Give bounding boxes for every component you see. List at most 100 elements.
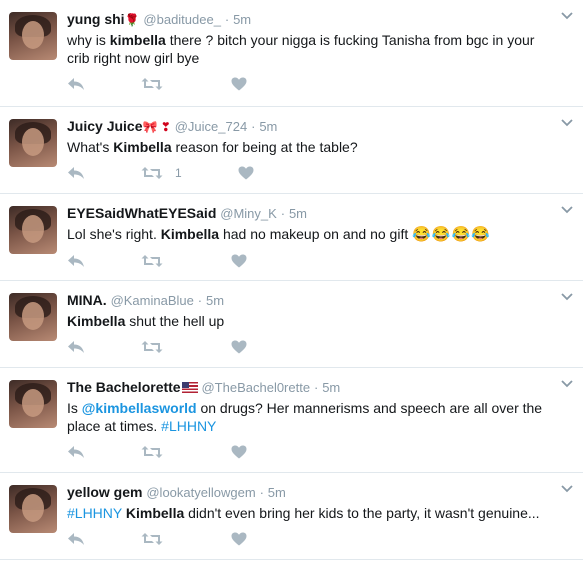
tweet-actions (67, 330, 573, 364)
avatar[interactable] (9, 206, 57, 254)
heart-icon (231, 340, 247, 354)
name-emoji: 🎀 ❣ (142, 120, 171, 134)
avatar[interactable] (9, 119, 57, 167)
chevron-down-icon[interactable] (561, 293, 573, 303)
avatar[interactable] (9, 12, 57, 60)
timestamp[interactable]: 5m (268, 485, 286, 500)
tweet-text: Is @kimbellasworld on drugs? Her manneri… (67, 399, 549, 435)
chevron-down-icon[interactable] (561, 380, 573, 390)
text-segment: why is (67, 32, 110, 48)
tweet-actions (67, 435, 573, 469)
retweet-button[interactable] (141, 77, 175, 91)
like-button[interactable] (231, 445, 247, 459)
timestamp[interactable]: 5m (259, 119, 277, 134)
separator: · (197, 293, 203, 308)
separator: · (259, 485, 264, 500)
user-name[interactable]: yung shi (67, 11, 125, 27)
tweet-text: Kimbella shut the hell up (67, 312, 549, 330)
separator: · (224, 12, 230, 27)
avatar[interactable] (9, 485, 57, 533)
tweet-actions: 1 (67, 156, 573, 190)
keyword-highlight: kimbella (109, 32, 166, 48)
user-handle[interactable]: @KaminaBlue (111, 293, 194, 308)
hashtag-link[interactable]: #LHHNY (67, 505, 122, 521)
mention-link[interactable]: @kimbellasworld (82, 400, 197, 416)
text-segment: Lol she's right. (67, 226, 161, 242)
keyword-highlight: Kimbella (67, 313, 126, 329)
like-button[interactable] (231, 254, 247, 268)
user-name[interactable]: yellow gem (67, 484, 142, 500)
retweet-button[interactable] (141, 254, 175, 268)
avatar[interactable] (9, 293, 57, 341)
tweet-header: MINA. @KaminaBlue · 5m (67, 291, 573, 310)
us-flag-icon (181, 382, 198, 393)
avatar[interactable] (9, 380, 57, 428)
tweet[interactable]: Juicy Juice🎀 ❣ @Juice_724 · 5m What's Ki… (0, 107, 583, 194)
tweet-text: Lol she's right. Kimbella had no makeup … (67, 225, 549, 244)
user-name[interactable]: EYESaidWhatEYESaid (67, 205, 216, 221)
like-button[interactable] (231, 77, 247, 91)
user-handle[interactable]: @TheBachel0rette (201, 380, 310, 395)
retweet-icon (141, 532, 163, 546)
like-button[interactable] (231, 532, 247, 546)
chevron-down-icon[interactable] (561, 206, 573, 216)
tweet-timeline: yung shi🌹 @baditudee_ · 5m why is kimbel… (0, 0, 583, 560)
user-handle[interactable]: @Miny_K (220, 206, 277, 221)
retweet-button[interactable] (141, 445, 175, 459)
retweet-icon (141, 166, 163, 180)
retweet-button[interactable] (141, 340, 175, 354)
retweet-button[interactable]: 1 (141, 166, 182, 180)
tweet-actions (67, 67, 573, 101)
hashtag-link[interactable]: #LHHNY (161, 418, 216, 434)
keyword-highlight: Kimbella (160, 226, 220, 242)
tweet-text: why is kimbella there ? bitch your nigga… (67, 31, 549, 67)
reply-button[interactable] (67, 254, 85, 268)
text-segment: had no makeup on and no gift (219, 226, 413, 242)
tweet-actions (67, 522, 573, 556)
chevron-down-icon[interactable] (561, 12, 573, 22)
tweet[interactable]: The Bachelorette @TheBachel0rette · 5m I… (0, 368, 583, 473)
tweet[interactable]: EYESaidWhatEYESaid @Miny_K · 5m Lol she'… (0, 194, 583, 281)
reply-button[interactable] (67, 532, 85, 546)
reply-button[interactable] (67, 340, 85, 354)
heart-icon (238, 166, 254, 180)
timestamp[interactable]: 5m (322, 380, 340, 395)
tweet-text: #LHHNY Kimbella didn't even bring her ki… (67, 504, 549, 522)
name-emoji (181, 381, 198, 395)
tweet[interactable]: yellow gem @lookatyellowgem · 5m #LHHNY … (0, 473, 583, 560)
heart-icon (231, 77, 247, 91)
retweet-icon (141, 340, 163, 354)
timestamp[interactable]: 5m (289, 206, 307, 221)
name-emoji: 🌹 (124, 13, 140, 27)
user-handle[interactable]: @lookatyellowgem (146, 485, 255, 500)
user-handle[interactable]: @Juice_724 (175, 119, 247, 134)
chevron-down-icon[interactable] (561, 485, 573, 495)
tweet-actions (67, 244, 573, 278)
user-name[interactable]: Juicy Juice (67, 118, 143, 134)
text-segment: shut the hell up (125, 313, 225, 329)
reply-icon (67, 77, 85, 91)
timestamp[interactable]: 5m (233, 12, 251, 27)
user-handle[interactable]: @baditudee_ (143, 12, 221, 27)
tweet[interactable]: yung shi🌹 @baditudee_ · 5m why is kimbel… (0, 0, 583, 107)
tweet[interactable]: MINA. @KaminaBlue · 5m Kimbella shut the… (0, 281, 583, 368)
user-name[interactable]: MINA. (67, 292, 107, 308)
reply-button[interactable] (67, 77, 85, 91)
retweet-count: 1 (175, 166, 182, 180)
retweet-button[interactable] (141, 532, 175, 546)
tweet-header: The Bachelorette @TheBachel0rette · 5m (67, 378, 573, 397)
chevron-down-icon[interactable] (561, 119, 573, 129)
like-button[interactable] (238, 166, 254, 180)
reply-icon (67, 340, 85, 354)
reply-button[interactable] (67, 166, 85, 180)
text-segment: Is (67, 400, 82, 416)
like-button[interactable] (231, 340, 247, 354)
separator: · (251, 119, 256, 134)
retweet-icon (141, 77, 163, 91)
timestamp[interactable]: 5m (206, 293, 224, 308)
user-name[interactable]: The Bachelorette (67, 379, 181, 395)
reply-button[interactable] (67, 445, 85, 459)
tweet-header: Juicy Juice🎀 ❣ @Juice_724 · 5m (67, 117, 573, 136)
keyword-highlight: Kimbella (125, 505, 185, 521)
heart-icon (231, 445, 247, 459)
